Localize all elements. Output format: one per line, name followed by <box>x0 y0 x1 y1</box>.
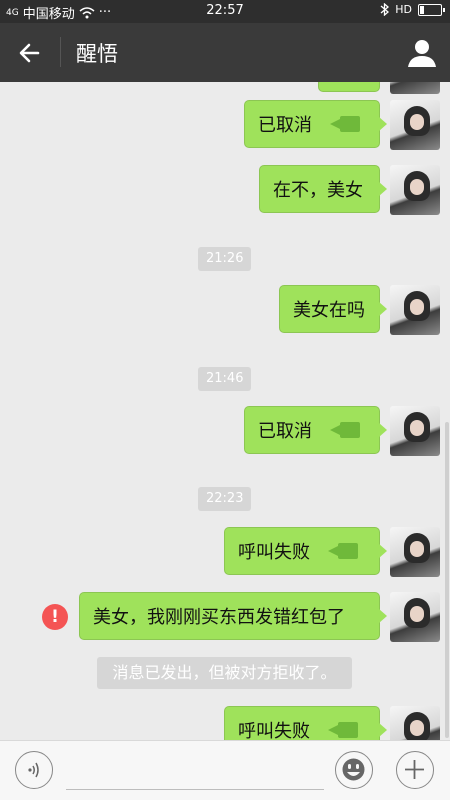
voice-button[interactable] <box>15 751 53 789</box>
bluetooth-icon <box>380 3 390 16</box>
avatar[interactable] <box>390 406 440 456</box>
message-text: 在不，美女 <box>273 180 363 201</box>
avatar[interactable] <box>390 165 440 215</box>
input-bar <box>0 740 450 800</box>
video-call-icon <box>330 116 360 132</box>
message-text: 呼叫失败 <box>238 542 310 563</box>
emoji-icon <box>342 758 365 781</box>
text-bubble[interactable]: 美女，我刚刚买东西发错红包了 <box>79 592 387 640</box>
chat-title: 醒悟 <box>76 42 118 66</box>
time-label: 21:46 <box>198 367 252 391</box>
avatar[interactable] <box>390 82 440 94</box>
time-label: 21:26 <box>198 247 252 271</box>
status-right: HD <box>380 3 445 16</box>
message-input[interactable] <box>66 789 324 790</box>
message-text: 已取消 <box>258 421 312 442</box>
video-call-icon <box>328 722 358 738</box>
voice-icon <box>28 762 39 778</box>
avatar[interactable] <box>390 285 440 335</box>
title-divider <box>60 37 61 67</box>
battery-icon <box>418 3 445 16</box>
avatar[interactable] <box>390 592 440 642</box>
system-notice: 消息已发出，但被对方拒收了。 <box>97 657 352 689</box>
status-bar: 4G 中国移动 ··· 22:57 HD <box>0 0 450 23</box>
text-bubble[interactable]: 美女在吗 <box>279 285 387 333</box>
more-button[interactable] <box>396 751 434 789</box>
send-failed-icon[interactable]: ! <box>42 604 68 630</box>
message-bubble-partial[interactable] <box>318 82 380 92</box>
message-text: 已取消 <box>258 115 312 136</box>
voice-call-bubble[interactable]: 已取消 <box>244 406 387 454</box>
video-call-icon <box>328 543 358 559</box>
title-bar: 醒悟 <box>0 23 450 82</box>
person-icon[interactable] <box>404 35 440 71</box>
text-bubble[interactable]: 在不，美女 <box>259 165 387 213</box>
message-text: 美女，我刚刚买东西发错红包了 <box>93 607 345 628</box>
avatar[interactable] <box>390 527 440 577</box>
voice-call-bubble[interactable]: 呼叫失败 <box>224 527 387 575</box>
emoji-button[interactable] <box>335 751 373 789</box>
time-label: 22:23 <box>198 487 252 511</box>
network-label: HD <box>395 3 412 16</box>
avatar[interactable] <box>390 100 440 150</box>
back-arrow-icon[interactable] <box>12 35 48 71</box>
plus-icon <box>405 760 424 779</box>
message-text: 呼叫失败 <box>238 721 310 740</box>
scrollbar[interactable] <box>445 422 449 738</box>
chat-area[interactable]: 已取消 在不，美女 21:26 美女在吗 21:46 已取消 22:23 呼叫失… <box>0 82 450 740</box>
battery-fill <box>420 5 424 14</box>
avatar[interactable] <box>390 706 440 740</box>
voice-call-bubble[interactable]: 呼叫失败 <box>224 706 387 740</box>
message-text: 美女在吗 <box>293 300 365 321</box>
video-call-icon <box>330 422 360 438</box>
voice-call-bubble[interactable]: 已取消 <box>244 100 387 148</box>
